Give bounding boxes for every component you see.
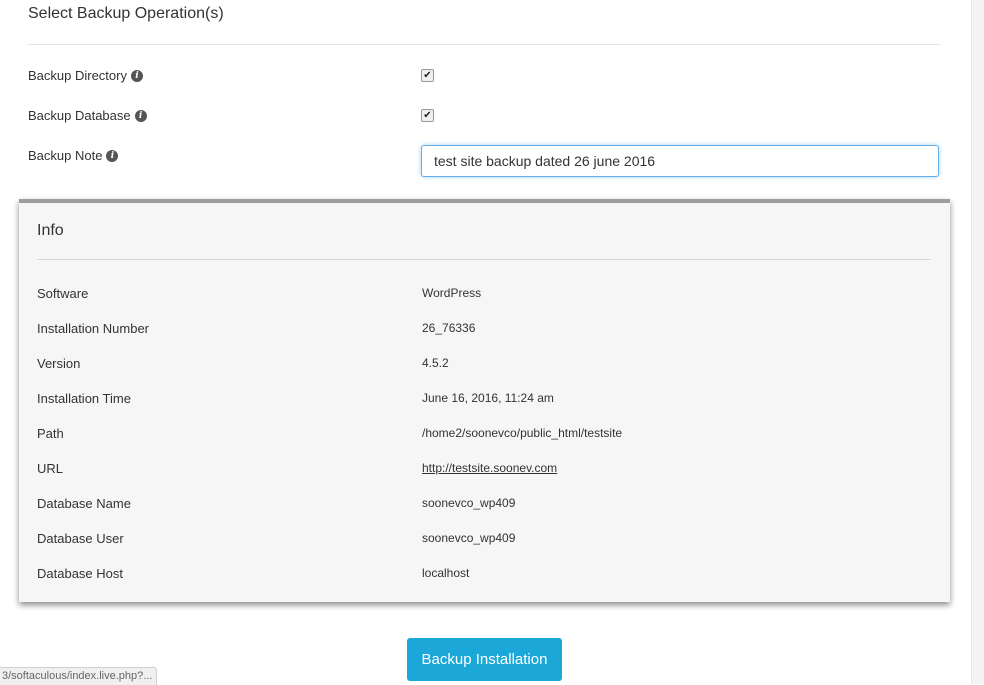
info-key: Database Host — [37, 566, 123, 581]
info-row-url: URL http://testsite.soonev.com — [37, 461, 931, 481]
info-row-database-user: Database User soonevco_wp409 — [37, 531, 931, 551]
info-value: soonevco_wp409 — [422, 496, 516, 510]
info-key: Version — [37, 356, 81, 371]
backup-directory-checkbox[interactable]: ✔ — [421, 69, 434, 82]
info-panel-divider — [37, 259, 931, 260]
section-divider — [28, 44, 940, 45]
option-row-backup-database: Backup Database i ✔ — [28, 106, 940, 128]
browser-status-bar: 3/softaculous/index.live.php?... — [0, 667, 158, 685]
info-icon[interactable]: i — [134, 109, 147, 122]
info-panel-title: Info — [37, 222, 64, 239]
info-row-installation-time: Installation Time June 16, 2016, 11:24 a… — [37, 391, 931, 411]
info-key: Path — [37, 426, 64, 441]
info-value: /home2/soonevco/public_html/testsite — [422, 426, 623, 440]
info-row-database-name: Database Name soonevco_wp409 — [37, 496, 931, 516]
option-row-backup-directory: Backup Directory i ✔ — [28, 66, 940, 88]
section-title: Select Backup Operation(s) — [28, 5, 224, 22]
installation-url-link[interactable]: http://testsite.soonev.com — [422, 461, 557, 475]
option-label-backup-directory: Backup Directory i — [28, 68, 143, 83]
page-scrollbar-edge[interactable] — [971, 0, 984, 684]
backup-database-checkbox[interactable]: ✔ — [421, 109, 434, 122]
backup-database-label: Backup Database — [28, 108, 131, 123]
info-row-software: Software WordPress — [37, 286, 931, 306]
info-key: Installation Time — [37, 391, 131, 406]
info-value: 26_76336 — [422, 321, 476, 335]
info-value: localhost — [422, 566, 470, 580]
backup-note-input[interactable] — [421, 145, 939, 177]
option-label-backup-database: Backup Database i — [28, 108, 147, 123]
backup-directory-label: Backup Directory — [28, 68, 127, 83]
info-value: soonevco_wp409 — [422, 531, 516, 545]
info-row-path: Path /home2/soonevco/public_html/testsit… — [37, 426, 931, 446]
info-row-version: Version 4.5.2 — [37, 356, 931, 376]
info-icon[interactable]: i — [106, 149, 119, 162]
info-key: Database User — [37, 531, 124, 546]
info-row-installation-number: Installation Number 26_76336 — [37, 321, 931, 341]
info-key: URL — [37, 461, 64, 476]
info-value: 4.5.2 — [422, 356, 449, 370]
backup-note-label: Backup Note — [28, 148, 103, 163]
info-row-database-host: Database Host localhost — [37, 566, 931, 586]
info-key: Database Name — [37, 496, 131, 511]
info-value: June 16, 2016, 11:24 am — [422, 391, 554, 405]
info-key: Installation Number — [37, 321, 149, 336]
info-key: Software — [37, 286, 89, 301]
info-icon[interactable]: i — [130, 69, 143, 82]
info-value: WordPress — [422, 286, 482, 300]
info-panel: Info Software WordPress Installation Num… — [19, 199, 950, 602]
option-label-backup-note: Backup Note i — [28, 148, 119, 163]
backup-installation-button[interactable]: Backup Installation — [407, 638, 562, 681]
